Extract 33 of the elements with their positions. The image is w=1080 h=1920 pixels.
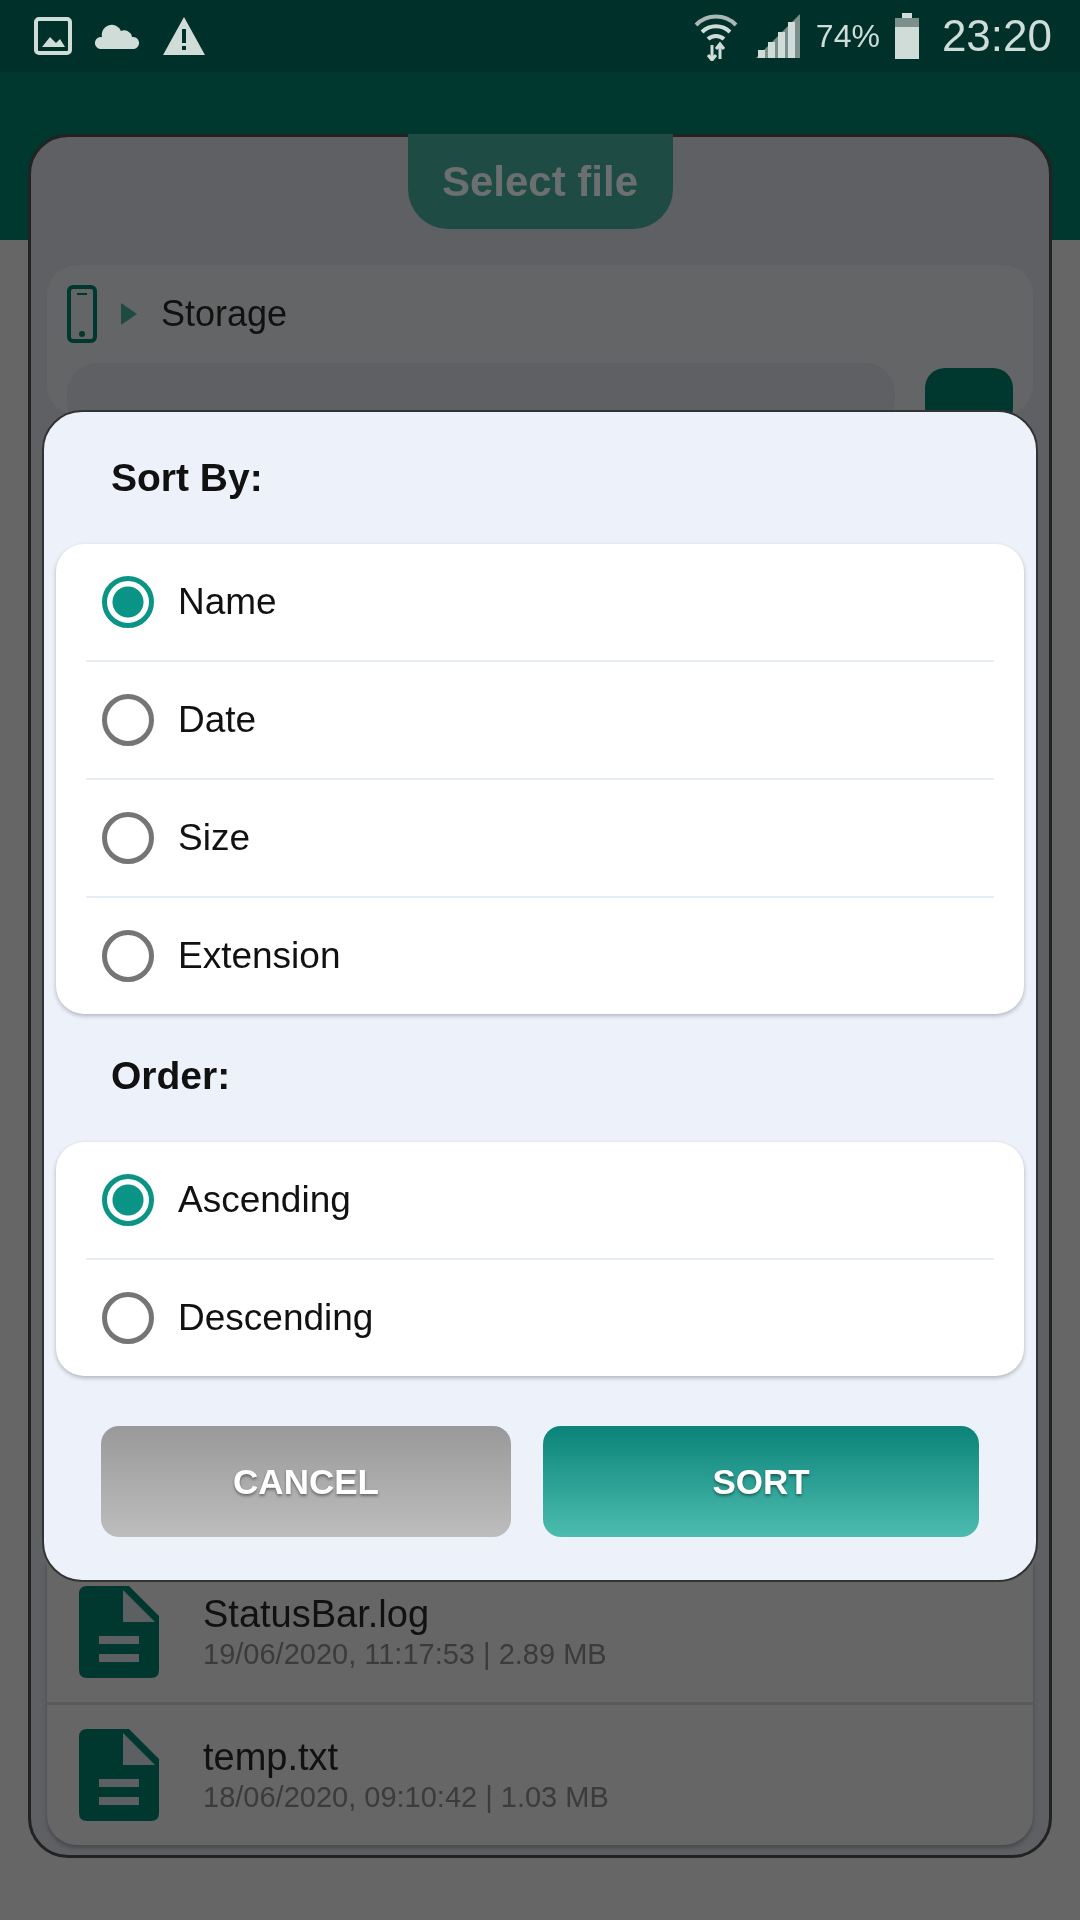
radio-button[interactable] [102, 930, 154, 982]
file-name: temp.txt [203, 1736, 340, 1779]
document-icon [79, 1586, 159, 1678]
battery-icon [893, 13, 920, 59]
phone-icon [67, 285, 97, 343]
image-icon [34, 17, 72, 55]
radio-option[interactable]: Name [86, 544, 994, 660]
option-label: Descending [178, 1297, 374, 1339]
warning-icon [162, 16, 206, 56]
document-icon [79, 1729, 159, 1821]
section-heading: Order: [111, 1054, 232, 1099]
radio-button[interactable] [102, 694, 154, 746]
radio-option[interactable]: Size [86, 778, 994, 896]
radio-option[interactable]: Date [86, 660, 994, 778]
file-name: StatusBar.log [203, 1593, 431, 1636]
option-label: Ascending [178, 1179, 351, 1221]
radio-button[interactable] [102, 1174, 154, 1226]
clock: 23:20 [941, 11, 1052, 61]
section-heading: Sort By: [111, 456, 264, 501]
option-label: Name [178, 581, 277, 623]
radio-option[interactable]: Ascending [86, 1142, 994, 1258]
panel-title: Select file [441, 157, 639, 206]
radio-button[interactable] [102, 1292, 154, 1344]
triangle-icon [121, 303, 137, 325]
radio-option[interactable]: Descending [86, 1258, 994, 1376]
option-label: Extension [178, 935, 341, 977]
radio-button[interactable] [102, 812, 154, 864]
cloud-icon [94, 23, 140, 49]
radio-option[interactable]: Extension [86, 896, 994, 1014]
radio-button[interactable] [102, 576, 154, 628]
option-label: Size [178, 817, 250, 859]
option-label: Date [178, 699, 257, 741]
battery-percentage: 74% [815, 17, 880, 55]
